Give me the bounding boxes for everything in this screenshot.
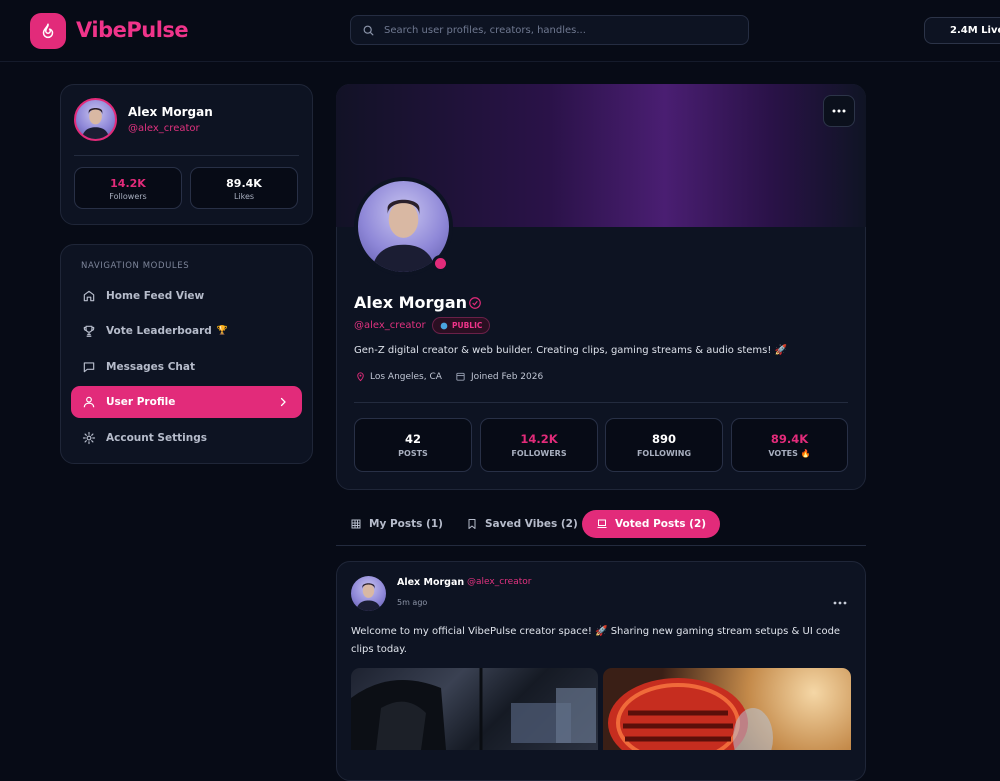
profile-handle[interactable]: @alex_creator — [354, 320, 426, 331]
profile-name: Alex Morgan — [354, 293, 468, 312]
following-value: 890 — [651, 432, 676, 446]
flame-icon — [42, 23, 54, 39]
followers-stat[interactable]: 14.2K FOLLOWERS — [480, 418, 598, 472]
profile-bio: Gen-Z digital creator & web builder. Cre… — [354, 345, 787, 356]
tab-label: Saved Vibes (2) — [485, 518, 578, 530]
location-pin-icon — [357, 372, 364, 382]
profile-location: Los Angeles, CA — [370, 372, 442, 382]
gear-icon — [82, 431, 96, 445]
globe-icon — [440, 322, 448, 329]
gaming-setup-photo-icon — [351, 668, 596, 750]
nav-item-label: User Profile — [106, 396, 176, 408]
post-more-button[interactable] — [833, 590, 847, 605]
tabs-divider — [336, 545, 866, 546]
nav-item-account-settings[interactable]: Account Settings — [71, 422, 302, 454]
followers-value: 14.2K — [110, 177, 146, 190]
following-stat[interactable]: 890 FOLLOWING — [605, 418, 723, 472]
nav-item-label: Account Settings — [106, 432, 207, 444]
verified-icon — [469, 297, 481, 309]
followers-stat[interactable]: 14.2K Followers — [74, 167, 182, 209]
microphone-photo-icon — [608, 678, 773, 750]
votes-value: 89.4K — [770, 432, 809, 446]
chevron-right-icon — [280, 397, 286, 407]
tab-label: Voted Posts (2) — [615, 518, 707, 530]
message-icon — [83, 362, 95, 373]
tab-label: My Posts (1) — [369, 518, 443, 530]
followers-label: FOLLOWERS — [511, 449, 567, 458]
user-icon — [83, 396, 95, 408]
posts-value: 42 — [404, 432, 421, 446]
visibility-label: PUBLIC — [452, 321, 483, 330]
divider — [74, 155, 299, 156]
profile-more-button[interactable] — [823, 95, 855, 127]
divider — [354, 402, 848, 403]
post-image-gaming-setup[interactable] — [351, 668, 598, 750]
calendar-icon — [456, 372, 465, 381]
live-count-badge: 2.4M Live — [924, 17, 1000, 44]
nav-item-user-profile[interactable]: User Profile — [71, 386, 302, 418]
likes-value: 89.4K — [226, 177, 262, 190]
post-author-avatar[interactable] — [351, 576, 386, 611]
nav-item-vote-leaderboard[interactable]: Vote Leaderboard 🏆 — [71, 315, 302, 347]
post-text: Welcome to my official VibePulse creator… — [351, 626, 841, 655]
likes-label: Likes — [233, 192, 255, 201]
post-author-handle[interactable]: @alex_creator — [467, 577, 531, 587]
nav-item-home-feed[interactable]: Home Feed View — [71, 280, 302, 312]
search-icon — [363, 25, 374, 35]
sidebar-avatar[interactable] — [74, 98, 117, 141]
profile-joined-date: Joined Feb 2026 — [471, 372, 544, 382]
person-avatar-icon — [81, 108, 110, 139]
grid-icon — [351, 519, 361, 529]
tab-saved-vibes[interactable]: Saved Vibes (2) — [452, 510, 592, 538]
search-input[interactable] — [384, 24, 724, 36]
more-horizontal-icon — [833, 601, 847, 605]
votes-label: VOTES 🔥 — [768, 449, 811, 458]
nav-item-label: Home Feed View — [106, 290, 205, 302]
followers-value: 14.2K — [520, 432, 558, 446]
logo[interactable] — [30, 13, 66, 49]
likes-stat[interactable]: 89.4K Likes — [190, 167, 298, 209]
post-time: 5m ago — [397, 598, 428, 607]
tab-voted-posts[interactable]: Voted Posts (2) — [582, 510, 721, 538]
posts-label: POSTS — [398, 449, 428, 458]
nav-heading: NAVIGATION MODULES — [81, 261, 190, 271]
vote-icon — [597, 519, 607, 528]
visibility-badge: PUBLIC — [432, 317, 491, 334]
brand-name[interactable]: VibePulse — [76, 18, 189, 42]
more-horizontal-icon — [832, 109, 846, 113]
tab-my-posts[interactable]: My Posts (1) — [336, 510, 457, 538]
sidebar-profile-name: Alex Morgan — [128, 105, 213, 119]
trophy-icon — [83, 325, 95, 337]
nav-item-messages-chat[interactable]: Messages Chat — [71, 351, 302, 383]
posts-stat[interactable]: 42 POSTS — [354, 418, 472, 472]
online-status-dot — [432, 255, 449, 272]
search-bar[interactable] — [350, 15, 749, 45]
post-author-name[interactable]: Alex Morgan — [397, 577, 464, 588]
bookmark-icon — [468, 519, 476, 529]
sidebar-profile-handle[interactable]: @alex_creator — [128, 123, 200, 134]
following-label: FOLLOWING — [636, 449, 692, 458]
nav-item-label: Messages Chat — [106, 361, 195, 373]
home-icon — [83, 290, 95, 302]
votes-stat[interactable]: 89.4K VOTES 🔥 — [731, 418, 848, 472]
person-avatar-icon — [356, 583, 381, 611]
trophy-emoji: 🏆 — [216, 326, 229, 336]
top-bar: VibePulse 2.4M Live — [0, 0, 1000, 62]
post-image-microphone[interactable] — [603, 668, 851, 750]
nav-item-label: Vote Leaderboard — [106, 325, 212, 337]
followers-label: Followers — [109, 192, 147, 201]
